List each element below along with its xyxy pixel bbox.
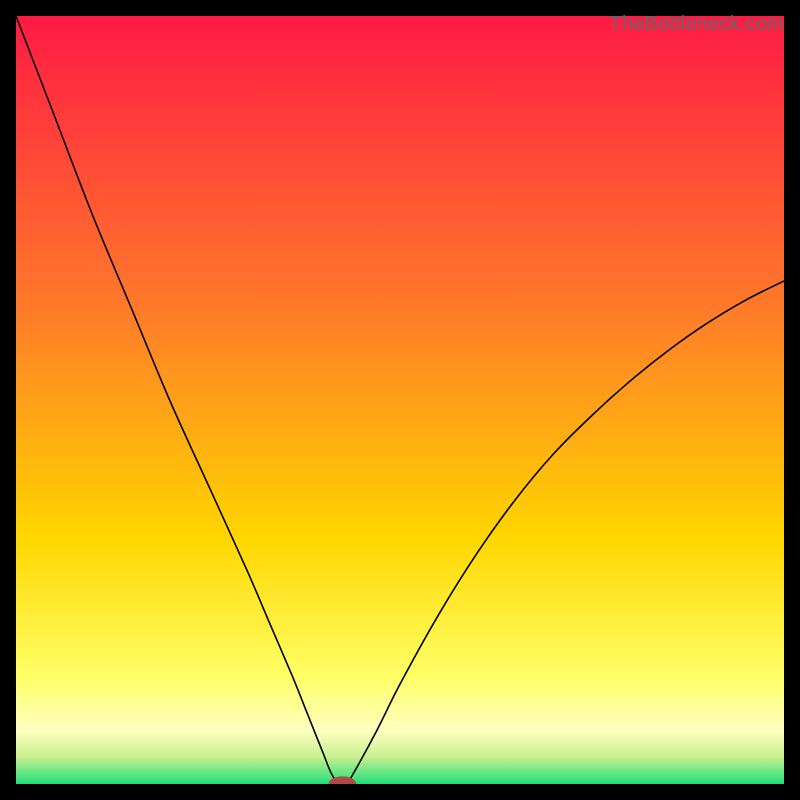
watermark-label: TheBottleneck.com [609,13,784,36]
chart-svg [16,16,784,784]
gradient-background [16,16,784,784]
chart-frame: TheBottleneck.com [16,16,784,784]
